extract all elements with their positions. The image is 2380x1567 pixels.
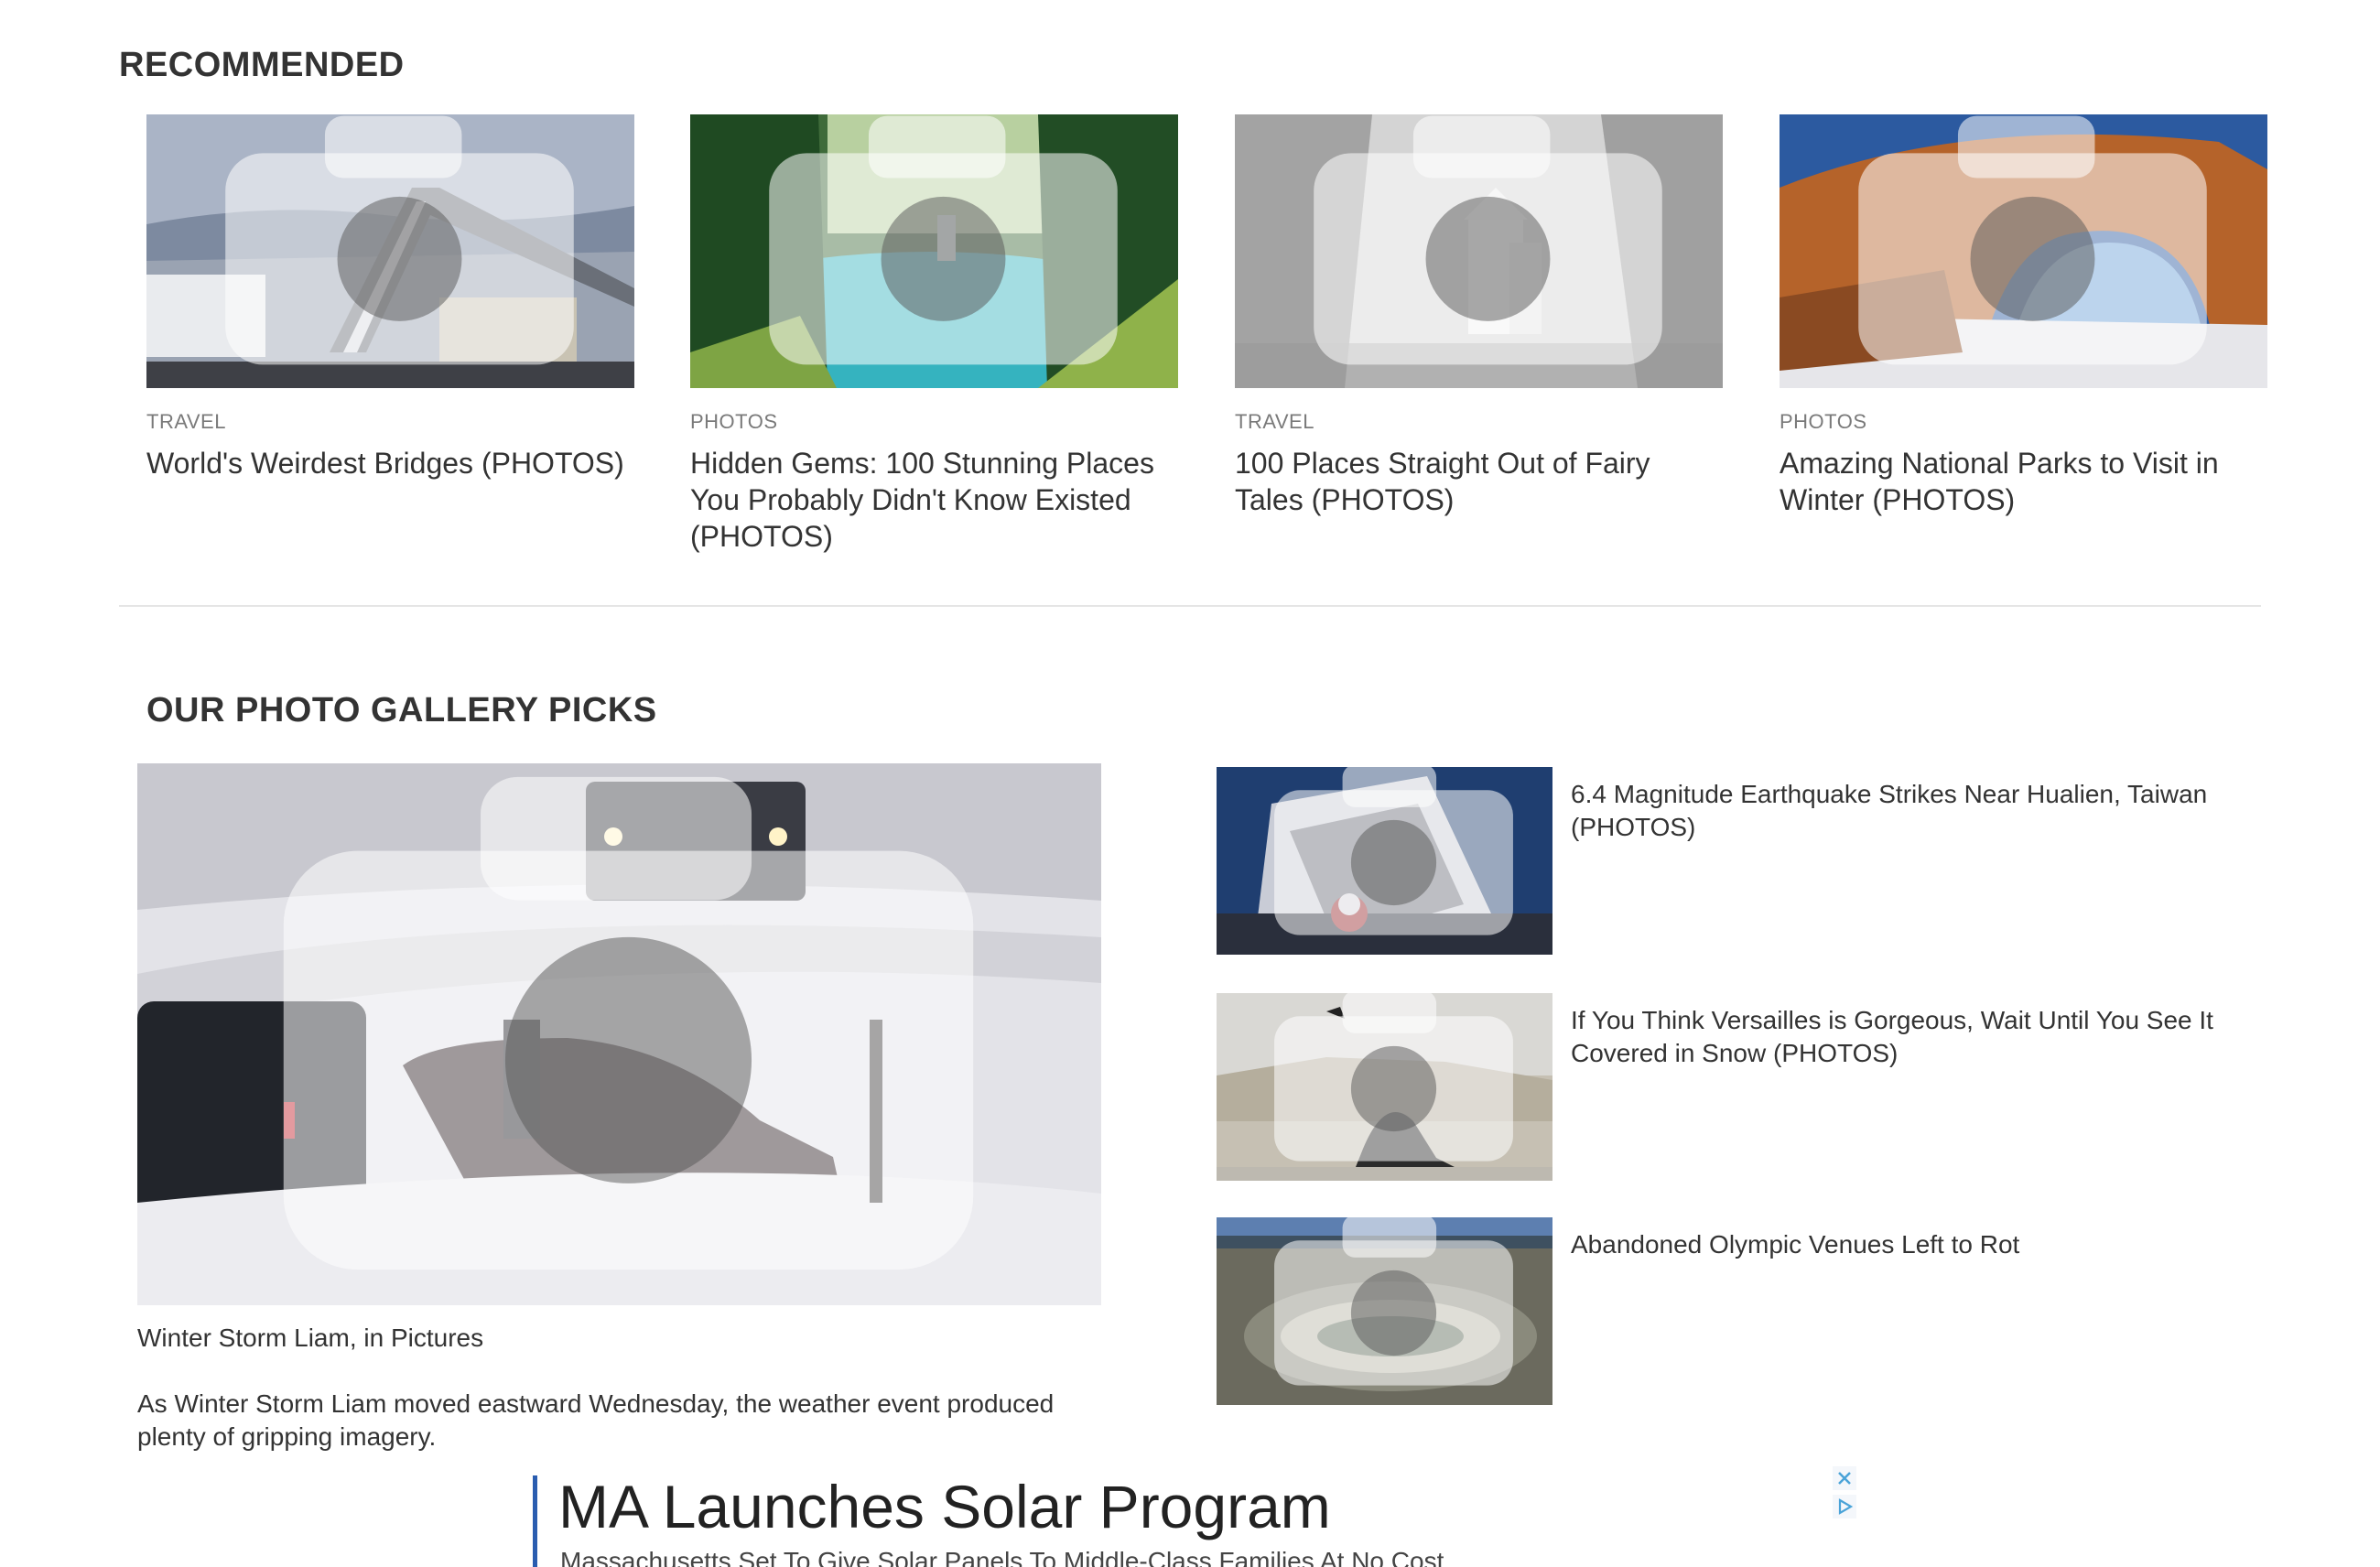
side-pick-image[interactable] <box>1217 1217 1552 1405</box>
recommended-heading: RECOMMENDED <box>119 46 405 84</box>
main-pick-caption[interactable]: Winter Storm Liam, in Pictures <box>137 1322 1101 1355</box>
close-icon[interactable] <box>1833 1466 1856 1490</box>
adchoices-icon[interactable] <box>1833 1495 1856 1518</box>
page: RECOMMENDED TRAVEL World's Weirdest Brid… <box>0 0 2380 1567</box>
ad-banner[interactable]: MA Launches Solar Program Massachusetts … <box>533 1464 1860 1567</box>
main-pick-image[interactable] <box>137 763 1101 1305</box>
camera-icon <box>156 114 634 377</box>
camera-icon <box>1226 767 1552 944</box>
card-title[interactable]: Hidden Gems: 100 Stunning Places You Pro… <box>690 445 1178 555</box>
section-divider <box>119 605 2261 607</box>
card-image[interactable] <box>146 114 634 388</box>
side-gallery-pick[interactable]: If You Think Versailles is Gorgeous, Wai… <box>1217 993 2269 1181</box>
ad-subline[interactable]: Massachusetts Set To Give Solar Panels T… <box>560 1547 1444 1567</box>
side-pick-image[interactable] <box>1217 993 1552 1181</box>
card-image[interactable] <box>690 114 1178 388</box>
card-category: PHOTOS <box>690 410 778 433</box>
recommended-card[interactable]: PHOTOS Amazing National Parks to Visit i… <box>1780 114 2267 518</box>
main-gallery-pick[interactable]: Winter Storm Liam, in Pictures As Winter… <box>137 763 1101 1454</box>
card-category: TRAVEL <box>146 410 226 433</box>
recommended-card[interactable]: TRAVEL 100 Places Straight Out of Fairy … <box>1235 114 1723 518</box>
card-category: PHOTOS <box>1780 410 1867 433</box>
recommended-card[interactable]: PHOTOS Hidden Gems: 100 Stunning Places … <box>690 114 1178 555</box>
camera-icon <box>1226 1217 1552 1394</box>
card-image[interactable] <box>1780 114 2267 388</box>
camera-icon <box>1226 993 1552 1170</box>
side-pick-title[interactable]: If You Think Versailles is Gorgeous, Wai… <box>1571 1004 2266 1070</box>
side-pick-title[interactable]: Abandoned Olympic Venues Left to Rot <box>1571 1228 2266 1261</box>
card-title[interactable]: Amazing National Parks to Visit in Winte… <box>1780 445 2267 518</box>
card-category: TRAVEL <box>1235 410 1314 433</box>
camera-icon <box>699 114 1178 377</box>
main-pick-description: As Winter Storm Liam moved eastward Wedn… <box>137 1389 1055 1451</box>
camera-icon <box>1789 114 2267 377</box>
side-gallery-pick[interactable]: 6.4 Magnitude Earthquake Strikes Near Hu… <box>1217 767 2269 955</box>
recommended-card[interactable]: TRAVEL World's Weirdest Bridges (PHOTOS) <box>146 114 634 481</box>
side-pick-title[interactable]: 6.4 Magnitude Earthquake Strikes Near Hu… <box>1571 778 2266 844</box>
side-pick-image[interactable] <box>1217 767 1552 955</box>
gallery-heading: OUR PHOTO GALLERY PICKS <box>146 691 657 729</box>
camera-icon <box>146 763 1101 1294</box>
card-title[interactable]: World's Weirdest Bridges (PHOTOS) <box>146 445 634 481</box>
camera-icon <box>1244 114 1723 377</box>
ad-accent-bar <box>533 1475 537 1567</box>
side-gallery-pick[interactable]: Abandoned Olympic Venues Left to Rot <box>1217 1217 2269 1405</box>
card-image[interactable] <box>1235 114 1723 388</box>
ad-headline[interactable]: MA Launches Solar Program <box>558 1472 1331 1541</box>
card-title[interactable]: 100 Places Straight Out of Fairy Tales (… <box>1235 445 1723 518</box>
